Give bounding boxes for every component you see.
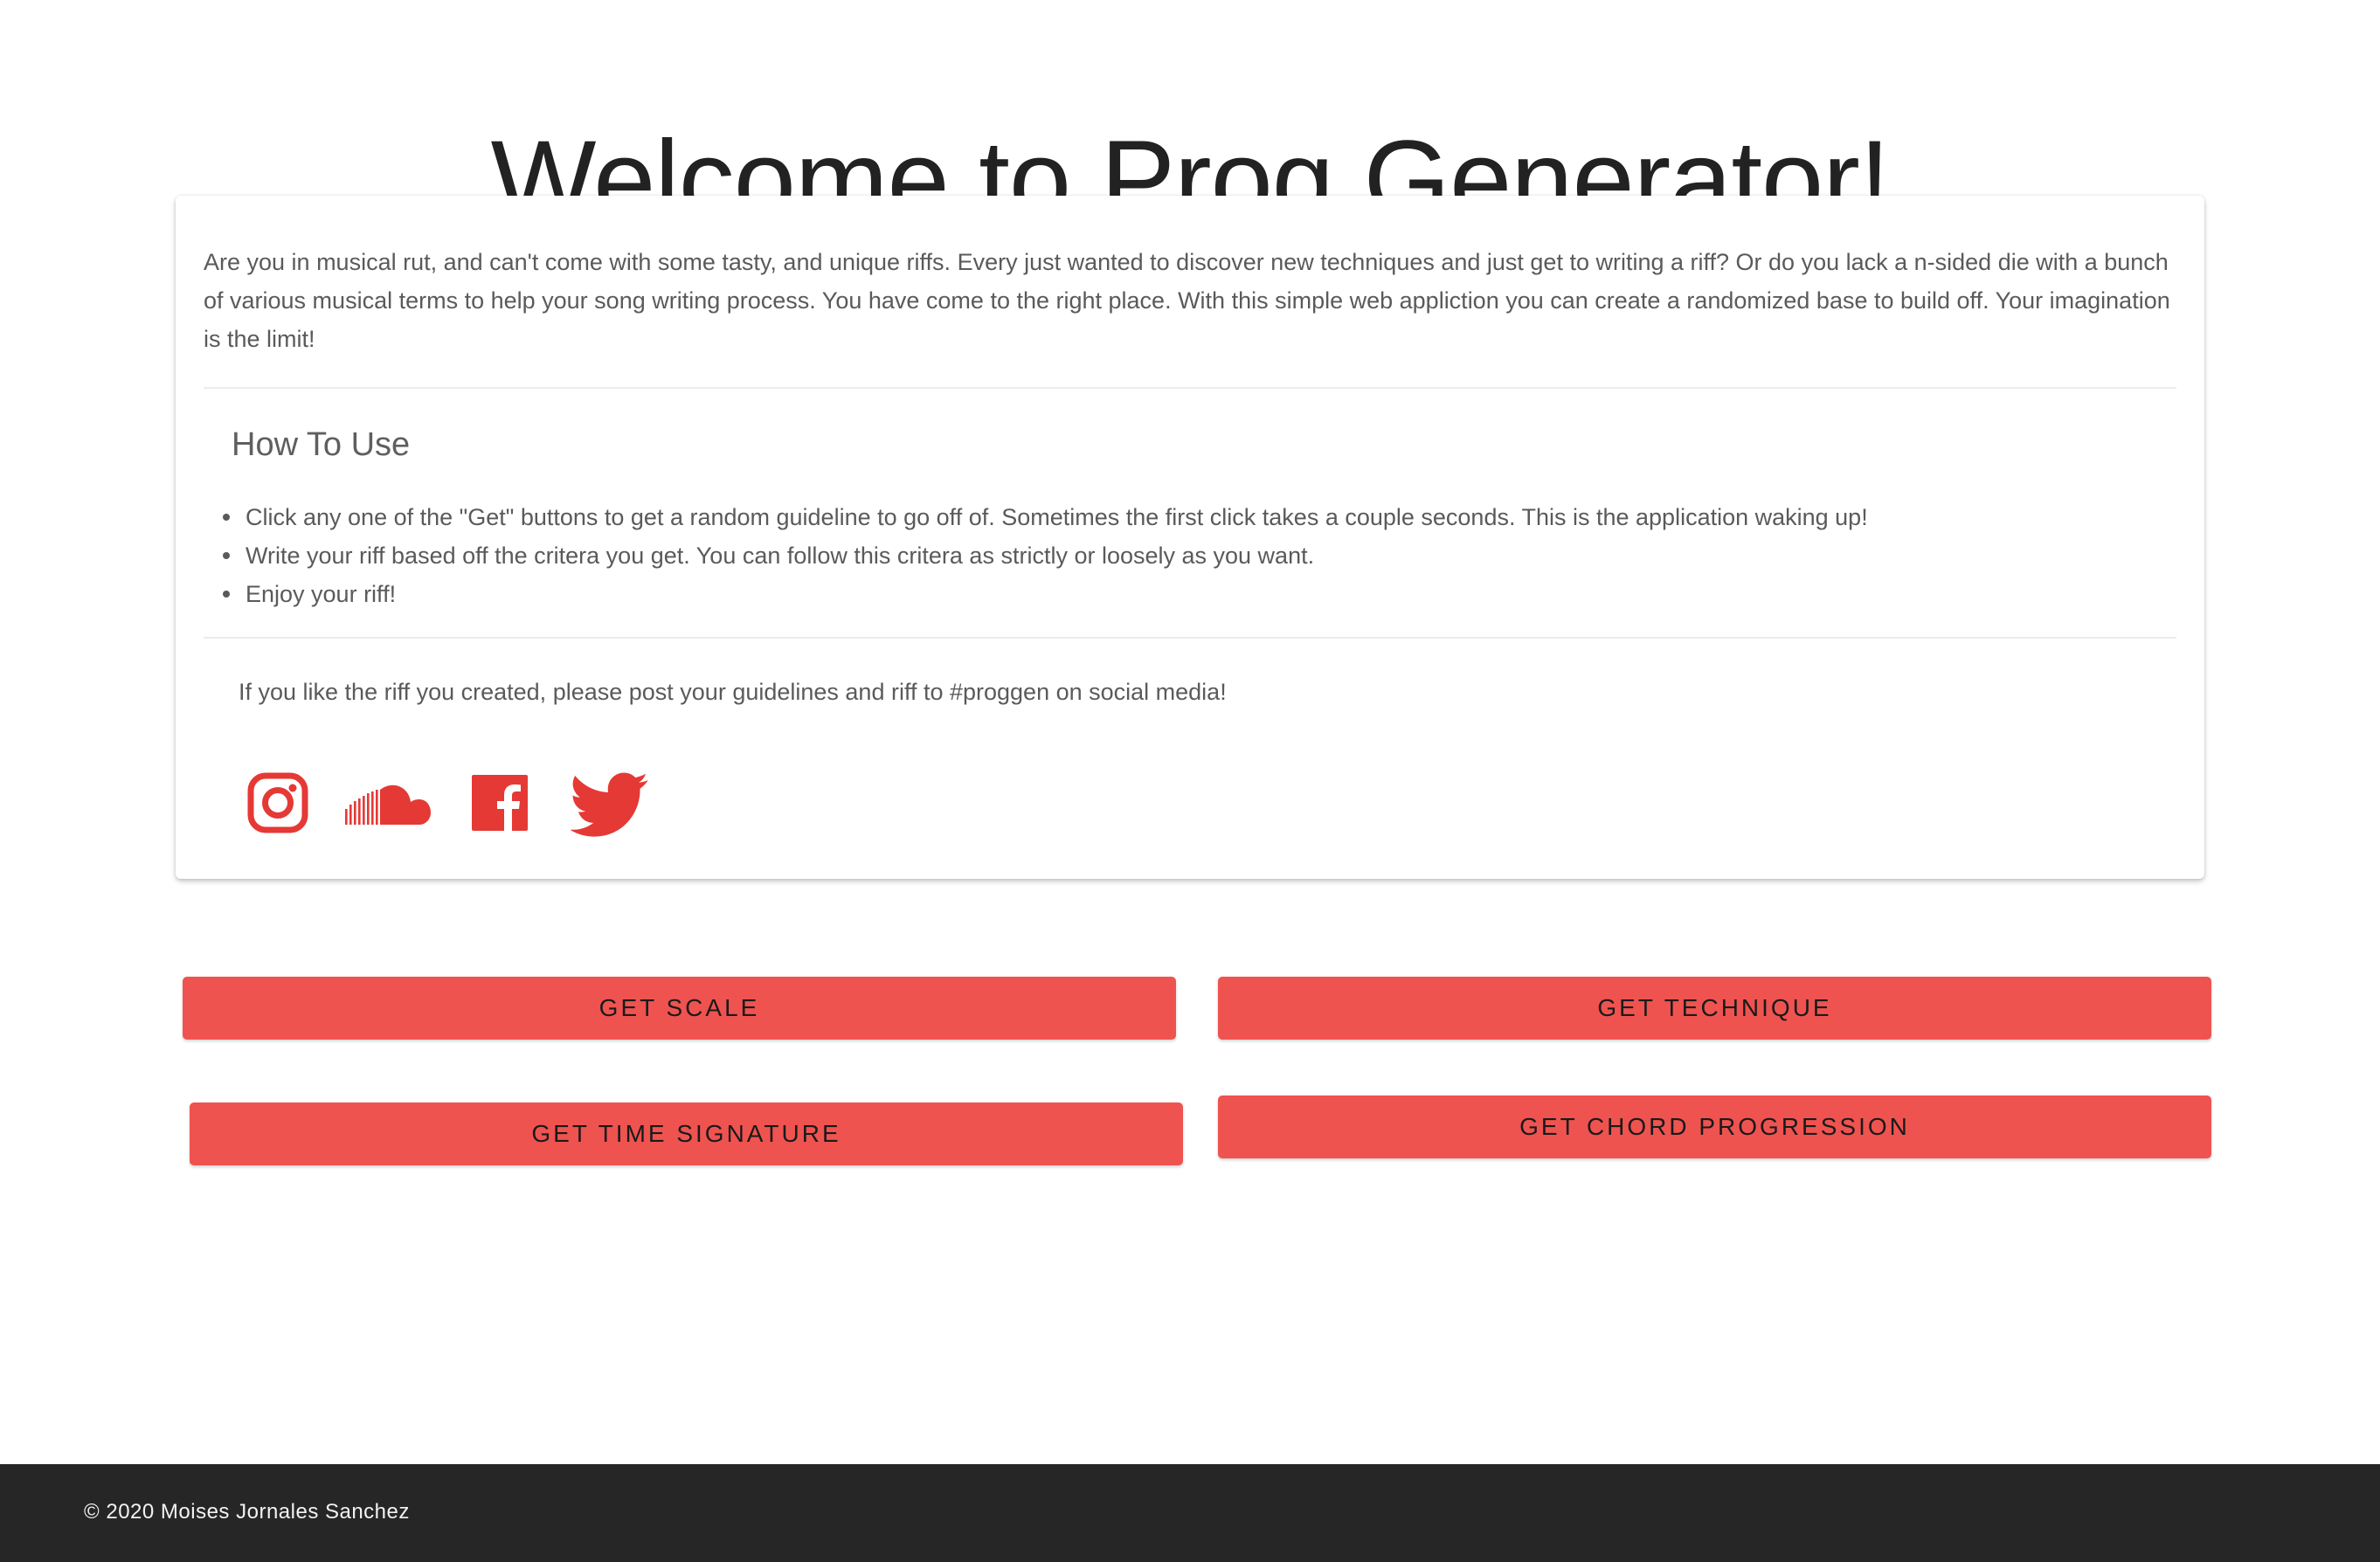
list-item: Enjoy your riff!	[223, 575, 1868, 613]
twitter-icon[interactable]	[571, 764, 649, 842]
how-to-use-heading: How To Use	[232, 426, 411, 463]
get-time-signature-button[interactable]: GET TIME SIGNATURE	[190, 1102, 1183, 1165]
share-text: If you like the riff you created, please…	[239, 679, 1227, 705]
intro-paragraph: Are you in musical rut, and can't come w…	[204, 249, 2170, 352]
step-text: Click any one of the "Get" buttons to ge…	[246, 504, 1868, 530]
step-text: Write your riff based off the critera yo…	[246, 543, 1315, 569]
how-to-use-list: Click any one of the "Get" buttons to ge…	[223, 498, 1868, 613]
get-technique-button[interactable]: GET TECHNIQUE	[1218, 977, 2211, 1040]
copyright-text: © 2020 Moises Jornales Sanchez	[84, 1500, 410, 1524]
get-scale-button[interactable]: GET SCALE	[183, 977, 1176, 1040]
list-item: Write your riff based off the critera yo…	[223, 536, 1868, 575]
footer: © 2020 Moises Jornales Sanchez	[0, 1464, 2380, 1562]
divider	[204, 637, 2176, 639]
step-text: Enjoy your riff!	[246, 581, 397, 607]
intro-card: Are you in musical rut, and can't come w…	[176, 196, 2204, 879]
instagram-icon[interactable]	[239, 764, 317, 842]
soundcloud-icon[interactable]	[336, 764, 432, 842]
facebook-icon[interactable]	[460, 764, 539, 842]
divider	[204, 387, 2176, 389]
bullet	[223, 514, 230, 521]
get-chord-progression-button[interactable]: GET CHORD PROGRESSION	[1218, 1095, 2211, 1158]
bullet	[223, 552, 230, 559]
list-item: Click any one of the "Get" buttons to ge…	[223, 498, 1868, 536]
bullet	[223, 591, 230, 598]
